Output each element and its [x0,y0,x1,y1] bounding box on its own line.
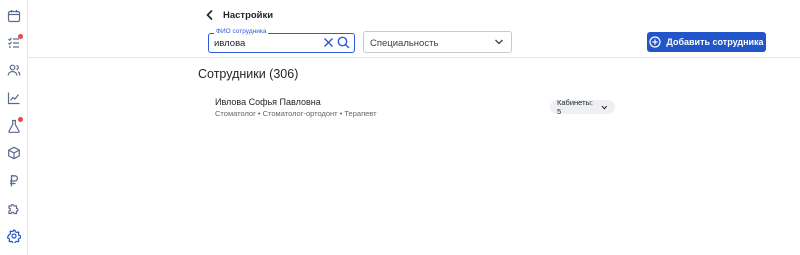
search-field-label: ФИО сотрудника [214,28,269,36]
employee-row[interactable]: Ивлова Софья Павловна Стоматолог • Стома… [215,97,615,121]
clear-icon[interactable] [323,37,334,48]
chevron-left-icon [206,9,213,21]
notification-dot [18,34,23,39]
sidebar [0,0,28,255]
add-employee-label: Добавить сотрудника [666,37,764,47]
search-input[interactable] [214,37,324,49]
employee-name: Ивлова Софья Павловна [215,97,321,107]
back-button[interactable]: Настройки [205,9,273,21]
employee-search-field[interactable]: ФИО сотрудника [208,28,355,53]
flask-icon[interactable] [6,117,23,134]
add-employee-button[interactable]: Добавить сотрудника [647,32,766,52]
users-icon[interactable] [6,62,22,78]
search-icon[interactable] [337,36,350,49]
specialty-select[interactable]: Специальность [363,31,512,53]
plus-circle-icon [649,36,662,48]
back-label: Настройки [223,9,274,21]
checklist-icon[interactable] [6,34,23,51]
rooms-dropdown[interactable]: Кабинеты: 5 [550,98,615,116]
chevron-down-icon [495,39,503,45]
notification-dot [18,117,23,122]
chart-icon[interactable] [6,90,22,106]
ruble-icon[interactable] [6,173,22,189]
employee-specialties: Стоматолог • Стоматолог-ортодонт • Терап… [215,109,377,118]
box-icon[interactable] [6,145,22,161]
page-title: Сотрудники (306) [198,67,299,81]
puzzle-icon[interactable] [6,200,22,216]
rooms-label: Кабинеты: 5 [557,98,593,116]
calendar-icon[interactable] [6,8,22,24]
specialty-select-value: Специальность [370,38,439,49]
gear-icon[interactable] [6,228,22,244]
chevron-down-icon [601,105,608,110]
